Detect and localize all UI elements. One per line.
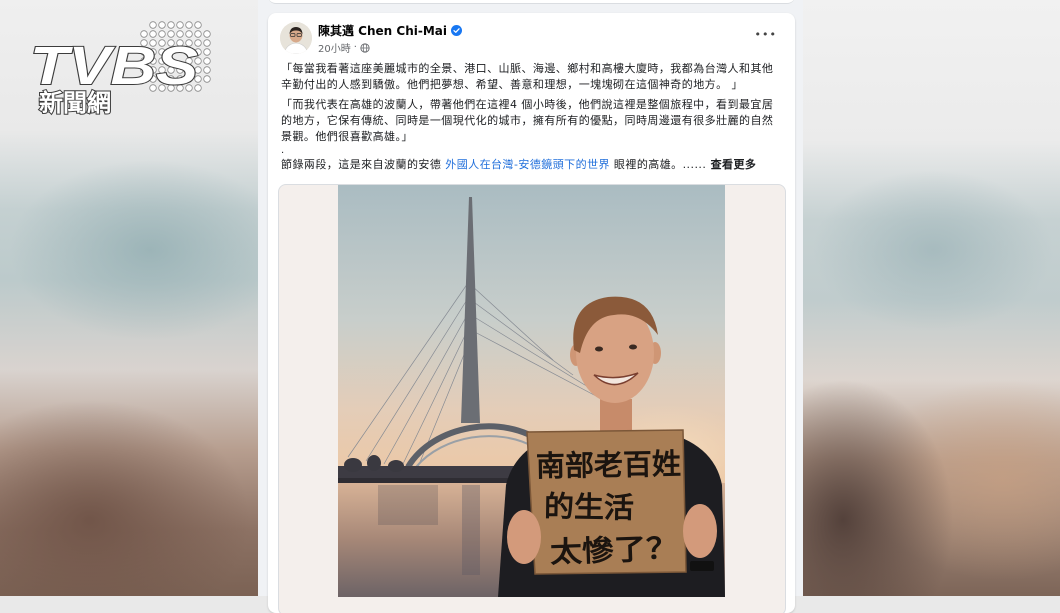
- post-paragraph-2: 「而我代表在高雄的波蘭人，帶著他們在這裡4 個小時後，他們說這裡是整個旅程中，看…: [281, 97, 786, 145]
- man-hand-right: [683, 504, 717, 558]
- excerpt-text-before: 節錄兩段，這是來自波蘭的安德: [281, 158, 446, 171]
- author-avatar[interactable]: [280, 22, 312, 54]
- page-link[interactable]: 外國人在台灣-安德鏡頭下的世界: [445, 158, 610, 171]
- text-line: 景觀。他們很喜歡高雄。」: [281, 130, 413, 143]
- logo-dot: [149, 21, 157, 29]
- tvbs-news-logo: TVBS 新聞網: [29, 21, 211, 118]
- avatar-image: [280, 22, 312, 54]
- bridge-deck: [338, 478, 518, 483]
- post-meta: 20小時 ·: [318, 40, 370, 55]
- facebook-feed: 陳其邁 Chen Chi-Mai 20小時 · ••• 「每當我看著這座美麗城市…: [258, 0, 803, 613]
- man-eye-right: [629, 344, 637, 350]
- meta-separator: ·: [353, 42, 357, 53]
- post-timestamp[interactable]: 20小時: [318, 40, 351, 55]
- logo-dot: [203, 39, 211, 47]
- post-photo[interactable]: 南部老百姓 的生活 太慘了？: [338, 185, 725, 597]
- logo-dot: [194, 21, 202, 29]
- man-eye-left: [595, 346, 603, 352]
- text-line: 辛勤付出的人感到驕傲。他們把夢想、希望、善意和理想，一塊塊砌在這個神奇的地方。 …: [281, 78, 743, 91]
- more-options-icon[interactable]: •••: [755, 28, 777, 41]
- text-line: 「而我代表在高雄的波蘭人，帶著他們在這裡4 個小時後，他們說這裡是整個旅程中，看…: [281, 98, 774, 111]
- excerpt-text-after: 眼裡的高雄。......: [609, 158, 707, 171]
- sign-text-line-2: 的生活: [544, 489, 635, 525]
- post-media[interactable]: 南部老百姓 的生活 太慘了？: [278, 184, 786, 613]
- logo-dot: [203, 57, 211, 65]
- post-card: 陳其邁 Chen Chi-Mai 20小時 · ••• 「每當我看著這座美麗城市…: [268, 13, 795, 613]
- post-dot: .: [281, 145, 285, 156]
- shore-reflection: [378, 485, 438, 525]
- logo-dot: [203, 48, 211, 56]
- wristwatch: [690, 561, 714, 571]
- sign-text-line-1: 南部老百姓: [536, 447, 682, 484]
- logo-dot: [167, 21, 175, 29]
- logo-brand-text: TVBS: [30, 36, 198, 96]
- post-paragraph-1: 「每當我看著這座美麗城市的全景、港口、山脈、海邊、鄉村和高樓大廈時，我都為台灣人…: [281, 61, 786, 93]
- globe-icon[interactable]: [360, 42, 370, 53]
- text-line: 的地方，它保有傳統、同時是一個現代化的城市，擁有所有的優點，同時周邊還有很多壯麗…: [281, 114, 774, 127]
- logo-dot: [203, 30, 211, 38]
- see-more-link[interactable]: 查看更多: [706, 158, 756, 171]
- text-line: 「每當我看著這座美麗城市的全景、港口、山脈、海邊、鄉村和高樓大廈時，我都為台灣人…: [281, 62, 774, 75]
- logo-dot: [203, 75, 211, 83]
- logo-dot: [203, 66, 211, 74]
- man-neck: [600, 399, 632, 435]
- post-text: 「每當我看著這座美麗城市的全景、港口、山脈、海邊、鄉村和高樓大廈時，我都為台灣人…: [281, 61, 786, 173]
- logo-dot: [176, 21, 184, 29]
- previous-post-card: [268, 0, 795, 4]
- pylon-reflection: [462, 485, 480, 575]
- author-name-text[interactable]: 陳其邁 Chen Chi-Mai: [318, 22, 447, 39]
- verified-badge-icon: [450, 25, 462, 36]
- blurred-background-right: [803, 0, 1060, 596]
- logo-dot: [158, 21, 166, 29]
- sign-text-line-3: 太慘了？: [549, 531, 678, 569]
- logo-dot: [185, 21, 193, 29]
- post-excerpt: 節錄兩段，這是來自波蘭的安德 外國人在台灣-安德鏡頭下的世界 眼裡的高雄。...…: [281, 157, 786, 173]
- logo-subtitle-text: 新聞網: [39, 89, 111, 117]
- man-hand-left: [507, 510, 541, 564]
- author-name[interactable]: 陳其邁 Chen Chi-Mai: [318, 22, 462, 39]
